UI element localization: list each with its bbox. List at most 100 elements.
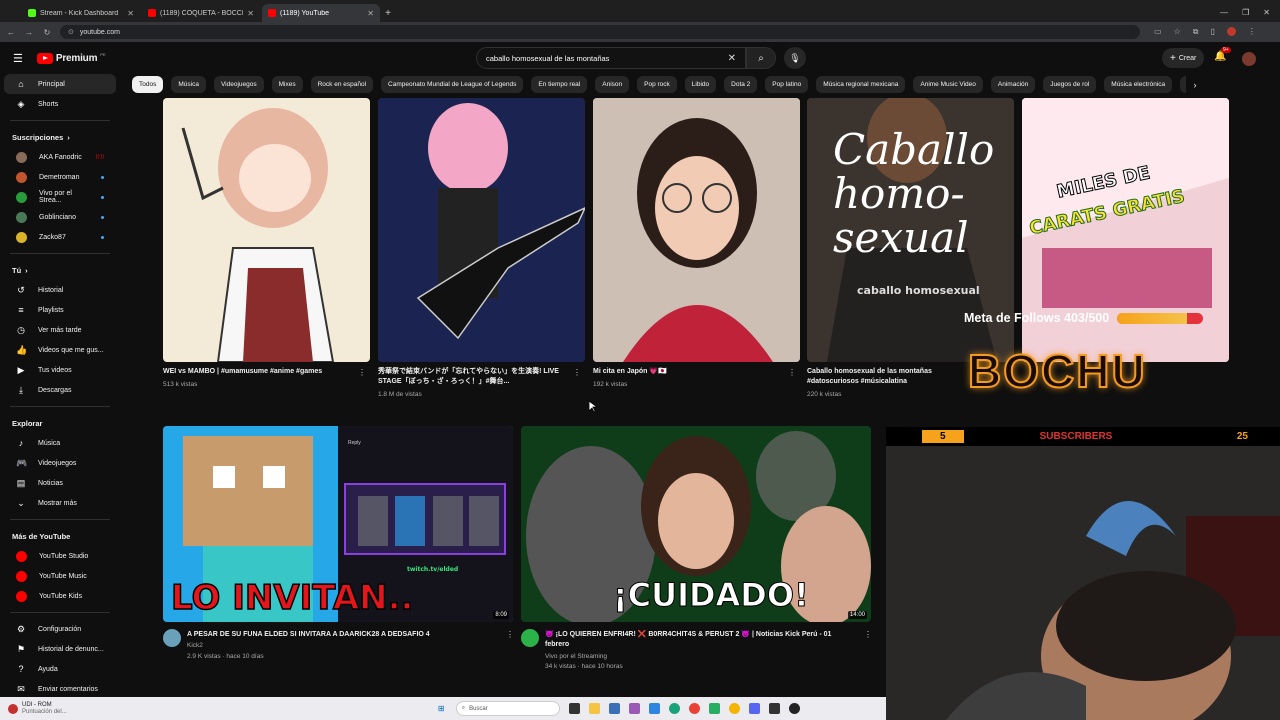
voice-search-button[interactable]: 🎙 [784,47,806,69]
chip-11[interactable]: Pop latino [765,76,809,93]
site-info-icon[interactable]: ⊙ [68,28,74,36]
edge-icon[interactable] [668,703,680,714]
video-thumbnail-noticias-kick[interactable]: ¡CUIDADO! 14:00 [521,426,871,622]
sidebar-item[interactable]: ♪ Música [4,433,116,453]
restore-icon[interactable]: ❐ [1242,8,1249,17]
sidebar-item[interactable]: ≡ Playlists [4,300,116,320]
video-title[interactable]: WEI vs MAMBO | #umamusume #anime #games [163,367,353,377]
sidebar-item[interactable]: ⌂ Principal [4,74,116,94]
sidebar-item[interactable]: Vivo por el Strea... [4,187,116,207]
video-thumbnail-umamusume[interactable] [163,98,370,362]
sidebar-item[interactable]: ↺ Historial [4,280,116,300]
chrome-icon[interactable] [688,703,700,714]
cast-icon[interactable]: ▭ [1154,27,1162,37]
sidebar-item[interactable]: ◷ Ver más tarde [4,320,116,340]
video-title[interactable]: 秀華祭で結束バンドが「忘れてやらない」を生演奏! LIVE STAGE「ぼっち・… [378,367,564,386]
video-title[interactable]: A PESAR DE SU FUNA ELDED SI INVITARA A D… [187,630,487,640]
file-explorer-icon[interactable] [588,703,600,714]
sidebar-section-title[interactable]: Explorar [0,413,120,433]
windows-start-icon[interactable]: ⊞ [436,703,447,714]
sidebar-item[interactable]: ? Ayuda [4,659,116,679]
app-icon[interactable] [768,703,780,714]
sidebar-item[interactable]: AKA Fanodric ((·)) [4,147,116,167]
taskbar-search[interactable]: ⌕ Buscar [455,701,560,716]
chip-16[interactable]: Música electrónica [1104,76,1173,93]
chip-8[interactable]: Pop rock [637,76,677,93]
chip-6[interactable]: En tiempo real [531,76,588,93]
account-avatar[interactable] [1242,52,1256,66]
discord-icon[interactable] [748,703,760,714]
menu-hamburger-icon[interactable]: ☰ [13,52,23,65]
sidebar-item[interactable]: ✉ Enviar comentarios [4,679,116,699]
sidebar-item[interactable]: ⌄ Mostrar más [4,493,116,513]
chip-13[interactable]: Anime Music Video [913,76,983,93]
search-button[interactable]: ⌕ [746,47,776,69]
channel-avatar[interactable] [163,629,181,647]
chip-0[interactable]: Todos [132,76,164,93]
reload-icon[interactable]: ↻ [40,28,54,37]
youtube-logo[interactable]: Premium PE [36,52,106,64]
tab-youtube[interactable]: (1189) YouTube ✕ [262,4,380,22]
close-tab-icon[interactable]: ✕ [127,9,134,18]
close-window-icon[interactable]: ✕ [1263,8,1270,17]
obs-icon[interactable] [788,703,800,714]
close-tab-icon[interactable]: ✕ [367,9,374,18]
sidebar-section-title[interactable]: Más de YouTube [0,526,120,546]
chip-7[interactable]: Anison [595,76,630,93]
sidebar-item[interactable]: YouTube Kids [4,586,116,606]
sidebar-item[interactable]: YouTube Music [4,566,116,586]
video-options-icon[interactable]: ⋮ [864,630,872,639]
sidebar-item[interactable]: Demetroman [4,167,116,187]
app-icon[interactable] [708,703,720,714]
video-options-icon[interactable]: ⋮ [788,368,796,377]
close-tab-icon[interactable]: ✕ [247,9,254,18]
sidebar-section-title[interactable]: Suscripciones › [0,127,120,147]
sidebar-item[interactable]: YouTube Studio [4,546,116,566]
sidebar-item[interactable]: ◈ Shorts [4,94,116,114]
news-widget[interactable]: UDI - ROM Puntuación del... [8,702,67,716]
create-button[interactable]: + Crear [1162,48,1205,68]
task-view-icon[interactable] [568,703,580,714]
sidebar-item[interactable]: ▤ Noticias [4,473,116,493]
chips-next-icon[interactable]: › [1186,76,1204,94]
video-thumbnail-elded[interactable]: Reply LO INVITAN.. twitch.tv/elded 8:09 [163,426,513,622]
video-options-icon[interactable]: ⋮ [358,368,366,377]
sidebar-item[interactable]: ⚑ Historial de denunc... [4,639,116,659]
back-icon[interactable]: ← [4,28,18,37]
chrome-icon[interactable] [728,703,740,714]
sidebar-section-title[interactable]: Tú › [0,260,120,280]
video-title[interactable]: 😈 ¡LO QUIEREN ENFRI4R! ❌ B0RR4CHIT4S & P… [545,630,855,649]
channel-name[interactable]: Vivo por el Streaming [545,652,607,661]
chip-5[interactable]: Campeonato Mundial de League of Legends [381,76,524,93]
app-icon[interactable] [648,703,660,714]
search-input[interactable]: caballo homosexual de las montañas ✕ [476,47,746,69]
chip-12[interactable]: Música regional mexicana [816,76,906,93]
extensions-icon[interactable]: ⧉ [1193,27,1199,37]
sidebar-item[interactable]: Zacko87 [4,227,116,247]
video-options-icon[interactable]: ⋮ [506,630,514,639]
video-title[interactable]: Mi cita en Japón 💗🇯🇵 [593,367,779,377]
sidebar-item[interactable]: ▶ Tus videos [4,360,116,380]
chip-2[interactable]: Videojuegos [213,76,264,93]
new-tab-icon[interactable]: + [380,4,396,22]
tab-kick-dashboard[interactable]: Stream - Kick Dashboard ✕ [22,4,140,22]
chip-10[interactable]: Dota 2 [724,76,758,93]
chip-15[interactable]: Juegos de rol [1043,76,1097,93]
browser-menu-icon[interactable]: ⋮ [1248,27,1256,37]
sidebar-item[interactable]: 👍 Videos que me gus... [4,340,116,360]
clear-search-icon[interactable]: ✕ [728,53,736,64]
video-thumbnail-bocchi-live[interactable] [378,98,585,362]
video-title[interactable]: Caballo homosexual de las montañas #dato… [807,367,967,386]
forward-icon[interactable]: → [22,28,36,37]
tab-coqueta[interactable]: (1189) COQUETA - BOCCHI THE ✕ [142,4,260,22]
chip-14[interactable]: Animación [990,76,1036,93]
sidebar-item[interactable]: ⤓ Descargas [4,380,116,400]
minimize-icon[interactable]: — [1220,8,1228,17]
profile-avatar-icon[interactable] [1226,27,1236,36]
sidebar-item[interactable]: 🎮 Videojuegos [4,453,116,473]
chip-4[interactable]: Rock en español [310,76,374,93]
app-icon[interactable] [628,703,640,714]
chip-9[interactable]: Libido [684,76,717,93]
video-thumbnail-cita-japon[interactable] [593,98,800,362]
sidepanel-icon[interactable]: ▯ [1210,27,1214,37]
